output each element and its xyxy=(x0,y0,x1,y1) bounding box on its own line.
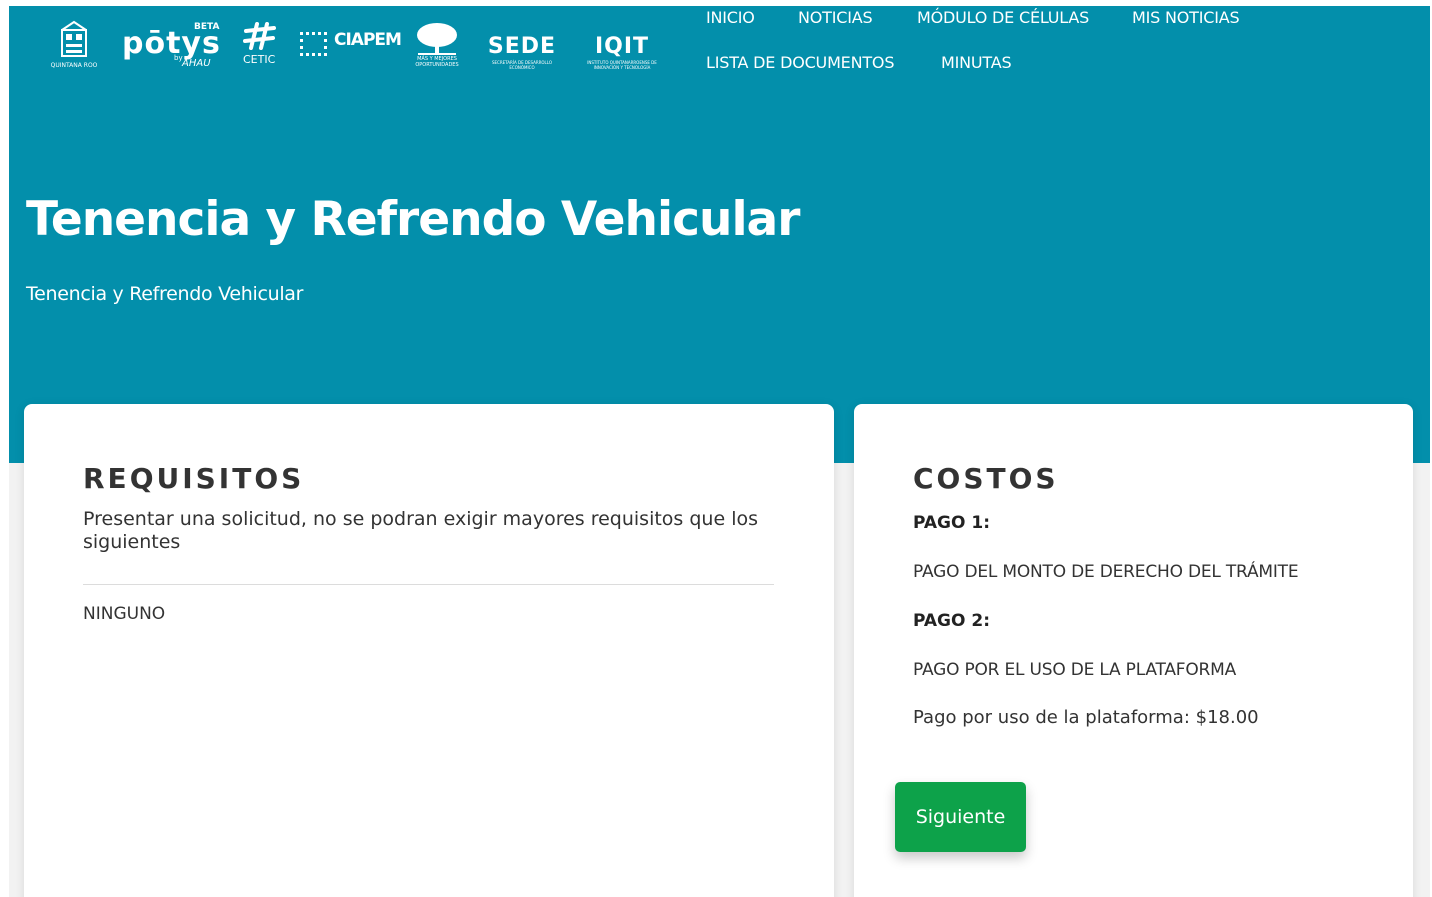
pago2-label: PAGO 2: xyxy=(913,611,991,631)
quintana-roo-logo[interactable]: QUINTANA ROO xyxy=(44,20,104,72)
potys-brand-label: AHAU xyxy=(182,58,211,69)
tree-icon xyxy=(417,23,457,55)
iqit-logo-subtext: INSTITUTO QUINTANARROENSE DE INNOVACIÓN … xyxy=(587,60,657,70)
costos-heading: COSTOS xyxy=(913,462,1059,495)
potys-logo[interactable]: pōtys BETA by AHAU xyxy=(122,22,226,72)
requisitos-divider xyxy=(83,584,774,585)
requisitos-description: Presentar una solicitud, no se podran ex… xyxy=(83,508,759,553)
page-title: Tenencia y Refrendo Vehicular xyxy=(26,192,800,247)
requisitos-item: NINGUNO xyxy=(83,604,166,624)
nav-mis-noticias[interactable]: MIS NOTICIAS xyxy=(1132,8,1240,27)
nav-inicio[interactable]: INICIO xyxy=(706,8,755,27)
nav-minutas[interactable]: MINUTAS xyxy=(941,53,1012,72)
siguiente-button[interactable]: Siguiente xyxy=(895,782,1026,852)
sede-logo-text: SEDE xyxy=(487,34,557,59)
sede-logo[interactable]: SEDE SECRETARÍA DE DESARROLLO ECONÓMICO xyxy=(486,34,558,70)
ciapem-logo-text: CIAPEM xyxy=(334,30,402,50)
nav-noticias[interactable]: NOTICIAS xyxy=(798,8,873,27)
quintana-roo-logo-text: QUINTANA ROO xyxy=(50,62,98,69)
requisitos-card: REQUISITOS Presentar una solicitud, no s… xyxy=(24,404,834,897)
pago1-label: PAGO 1: xyxy=(913,513,991,533)
nav-lista-de-documentos[interactable]: LISTA DE DOCUMENTOS xyxy=(706,53,894,72)
ciapem-dots-icon xyxy=(300,32,327,56)
pago2-description: PAGO POR EL USO DE LA PLATAFORMA xyxy=(913,660,1237,680)
pago1-description: PAGO DEL MONTO DE DERECHO DEL TRÁMITE xyxy=(913,562,1299,582)
requisitos-heading: REQUISITOS xyxy=(83,462,305,495)
ciapem-logo[interactable]: CIAPEM xyxy=(298,30,402,64)
costos-card: COSTOS PAGO 1: PAGO DEL MONTO DE DERECHO… xyxy=(854,404,1413,897)
cetic-logo-text: CETIC xyxy=(243,53,276,66)
quintana-roo-shield-icon xyxy=(61,20,87,57)
iqit-logo[interactable]: IQIT INSTITUTO QUINTANARROENSE DE INNOVA… xyxy=(576,34,668,70)
potys-beta-label: BETA xyxy=(194,22,220,32)
cetic-hash-icon xyxy=(243,22,276,50)
sede-logo-subtext: SECRETARÍA DE DESARROLLO ECONÓMICO xyxy=(491,60,552,70)
mas-mejores-oportunidades-logo[interactable]: MÁS Y MEJORES OPORTUNIDADES xyxy=(408,22,466,72)
nav-modulo-de-celulas[interactable]: MÓDULO DE CÉLULAS xyxy=(917,8,1089,27)
page-subtitle: Tenencia y Refrendo Vehicular xyxy=(26,283,304,305)
mmo-logo-text: MÁS Y MEJORES OPORTUNIDADES xyxy=(415,56,459,68)
cetic-logo[interactable]: CETIC xyxy=(243,22,283,72)
iqit-logo-text: IQIT xyxy=(594,34,650,59)
platform-fee-text: Pago por uso de la plataforma: $18.00 xyxy=(913,707,1259,728)
